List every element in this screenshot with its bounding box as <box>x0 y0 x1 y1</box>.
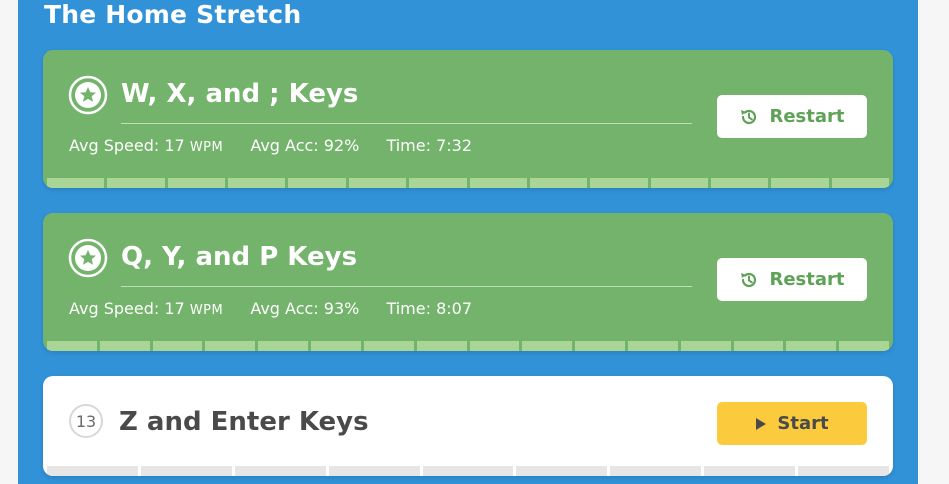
start-label: Start <box>777 413 829 434</box>
play-icon <box>755 417 767 431</box>
section-title: The Home Stretch <box>44 0 302 29</box>
lesson-title: Q, Y, and P Keys <box>121 242 358 272</box>
lesson-progress-bar <box>47 341 889 351</box>
start-button[interactable]: Start <box>717 402 867 445</box>
history-icon <box>739 270 759 290</box>
divider <box>121 286 692 287</box>
lesson-stats: Avg Speed: 17 WPM Avg Acc: 93% Time: 8:0… <box>69 299 494 318</box>
lesson-card[interactable]: Q, Y, and P Keys Avg Speed: 17 WPM Avg A… <box>43 213 893 351</box>
lesson-number-badge: 13 <box>69 404 103 438</box>
restart-button[interactable]: Restart <box>717 258 867 301</box>
lesson-section: The Home Stretch W, X, and ; Keys Avg Sp… <box>18 0 918 484</box>
lesson-stats: Avg Speed: 17 WPM Avg Acc: 92% Time: 7:3… <box>69 136 494 155</box>
avg-accuracy: Avg Acc: 92% <box>250 136 360 155</box>
time: Time: 8:07 <box>386 299 473 318</box>
restart-label: Restart <box>769 269 845 290</box>
avg-speed: Avg Speed: 17 WPM <box>69 136 224 155</box>
restart-button[interactable]: Restart <box>717 95 867 138</box>
lesson-progress-bar <box>47 178 890 188</box>
lesson-card[interactable]: W, X, and ; Keys Avg Speed: 17 WPM Avg A… <box>43 50 893 188</box>
lesson-progress-bar <box>47 466 890 476</box>
avg-speed: Avg Speed: 17 WPM <box>69 299 224 318</box>
divider <box>121 123 692 124</box>
restart-label: Restart <box>769 106 845 127</box>
avg-accuracy: Avg Acc: 93% <box>250 299 360 318</box>
lesson-title: Z and Enter Keys <box>119 407 369 437</box>
history-icon <box>739 107 759 127</box>
star-icon <box>68 238 108 278</box>
lesson-card[interactable]: 13 Z and Enter Keys Start <box>43 376 893 476</box>
lesson-title: W, X, and ; Keys <box>121 79 359 109</box>
time: Time: 7:32 <box>386 136 473 155</box>
star-icon <box>68 75 108 115</box>
